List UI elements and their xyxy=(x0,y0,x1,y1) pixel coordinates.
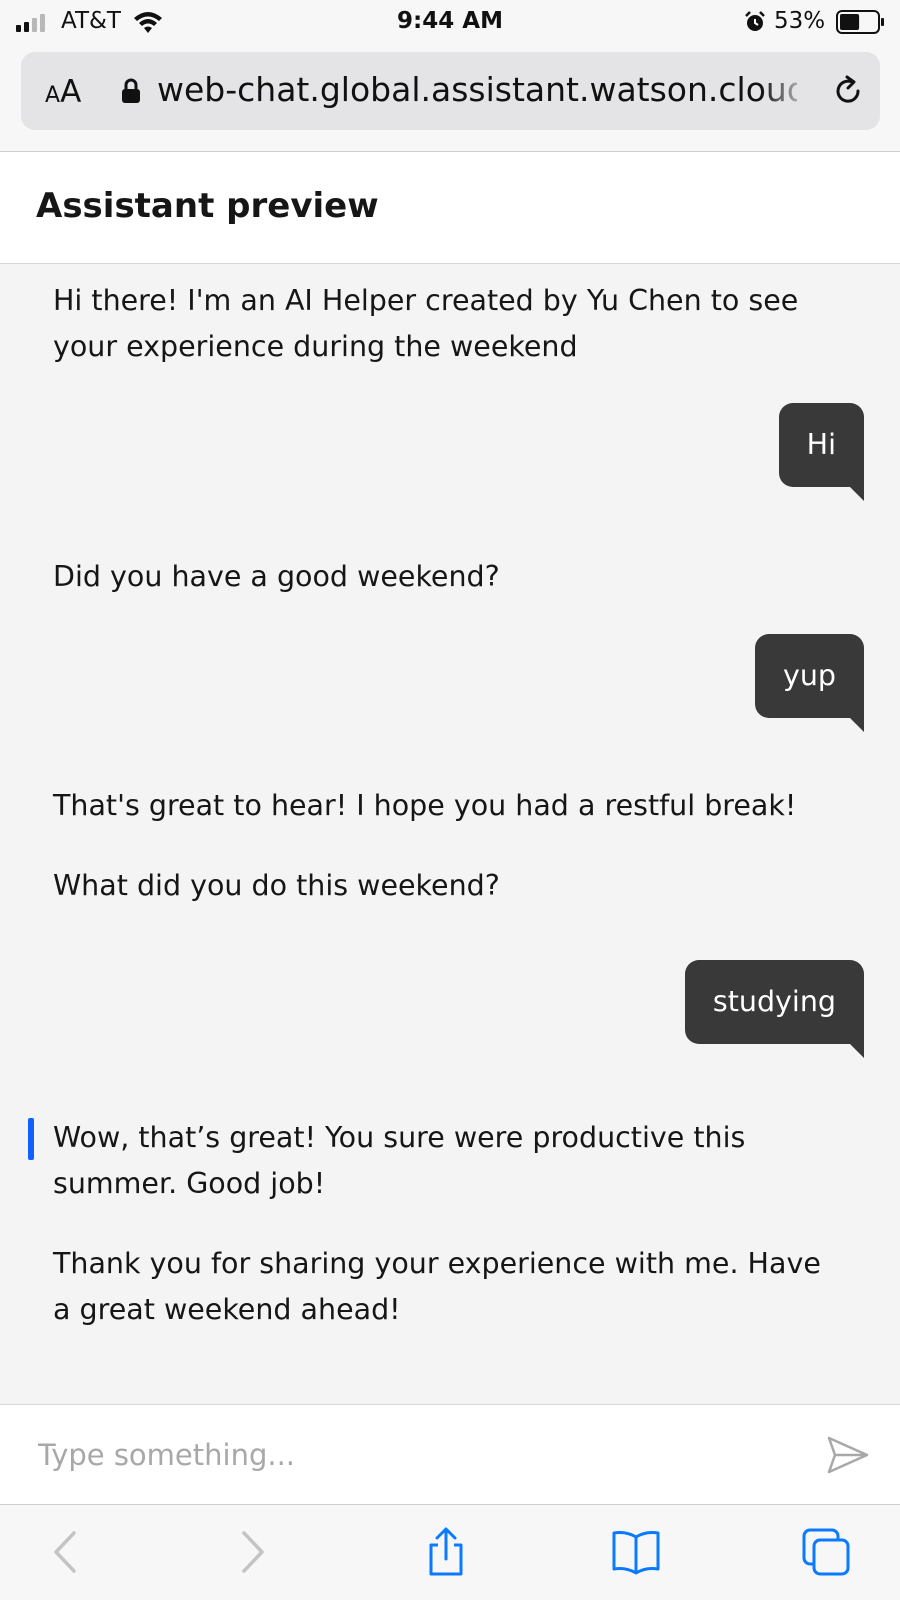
battery-percent: 53% xyxy=(774,8,826,34)
url-fade xyxy=(761,52,811,130)
back-icon[interactable] xyxy=(42,1527,92,1577)
bubble-tail xyxy=(850,718,864,732)
focus-indicator xyxy=(28,1118,34,1160)
bot-message-text: Wow, that’s great! You sure were product… xyxy=(53,1121,746,1200)
bot-message-text: Did you have a good weekend? xyxy=(53,560,500,593)
bot-message: Hi there! I'm an AI Helper created by Yu… xyxy=(53,278,843,370)
bot-message: That's great to hear! I hope you had a r… xyxy=(53,783,843,909)
text-size-button[interactable]: AA xyxy=(45,74,81,110)
status-bar: AT&T 9:44 AM 53% xyxy=(0,0,900,46)
user-message-bubble: yup xyxy=(754,634,864,732)
browser-address-area: AA web-chat.global.assistant.watson.clou… xyxy=(0,46,900,152)
battery-icon xyxy=(836,10,884,34)
bubble-tail xyxy=(850,487,864,501)
address-bar[interactable]: AA web-chat.global.assistant.watson.clou… xyxy=(21,52,880,130)
message-input-area xyxy=(0,1404,900,1504)
tabs-icon[interactable] xyxy=(801,1527,851,1577)
browser-toolbar xyxy=(0,1504,900,1600)
url-text[interactable]: web-chat.global.assistant.watson.cloud xyxy=(157,70,797,109)
user-message-text: Hi xyxy=(806,428,836,461)
share-icon[interactable] xyxy=(421,1527,471,1577)
user-message-bubble: Hi xyxy=(778,403,864,501)
chat-title: Assistant preview xyxy=(36,186,379,226)
user-message-text: studying xyxy=(712,985,836,1018)
user-message-text: yup xyxy=(782,659,836,692)
forward-icon[interactable] xyxy=(226,1527,276,1577)
bot-message-text: That's great to hear! I hope you had a r… xyxy=(53,789,797,822)
bot-message: Did you have a good weekend? xyxy=(53,554,843,600)
chat-header: Assistant preview xyxy=(0,152,900,264)
send-icon[interactable] xyxy=(826,1435,870,1475)
bot-message: Wow, that’s great! You sure were product… xyxy=(53,1115,843,1333)
reload-icon[interactable] xyxy=(830,73,866,109)
message-input[interactable] xyxy=(38,1427,798,1483)
bubble-tail xyxy=(850,1044,864,1058)
bookmarks-icon[interactable] xyxy=(611,1527,661,1577)
lock-icon xyxy=(122,78,140,103)
message-list[interactable]: Hi there! I'm an AI Helper created by Yu… xyxy=(0,264,900,1404)
user-message-bubble: studying xyxy=(684,960,864,1058)
bot-message-text: Thank you for sharing your experience wi… xyxy=(53,1247,821,1326)
bot-message-text: What did you do this weekend? xyxy=(53,869,500,902)
alarm-icon xyxy=(745,11,765,31)
bot-message-text: Hi there! I'm an AI Helper created by Yu… xyxy=(53,284,799,363)
